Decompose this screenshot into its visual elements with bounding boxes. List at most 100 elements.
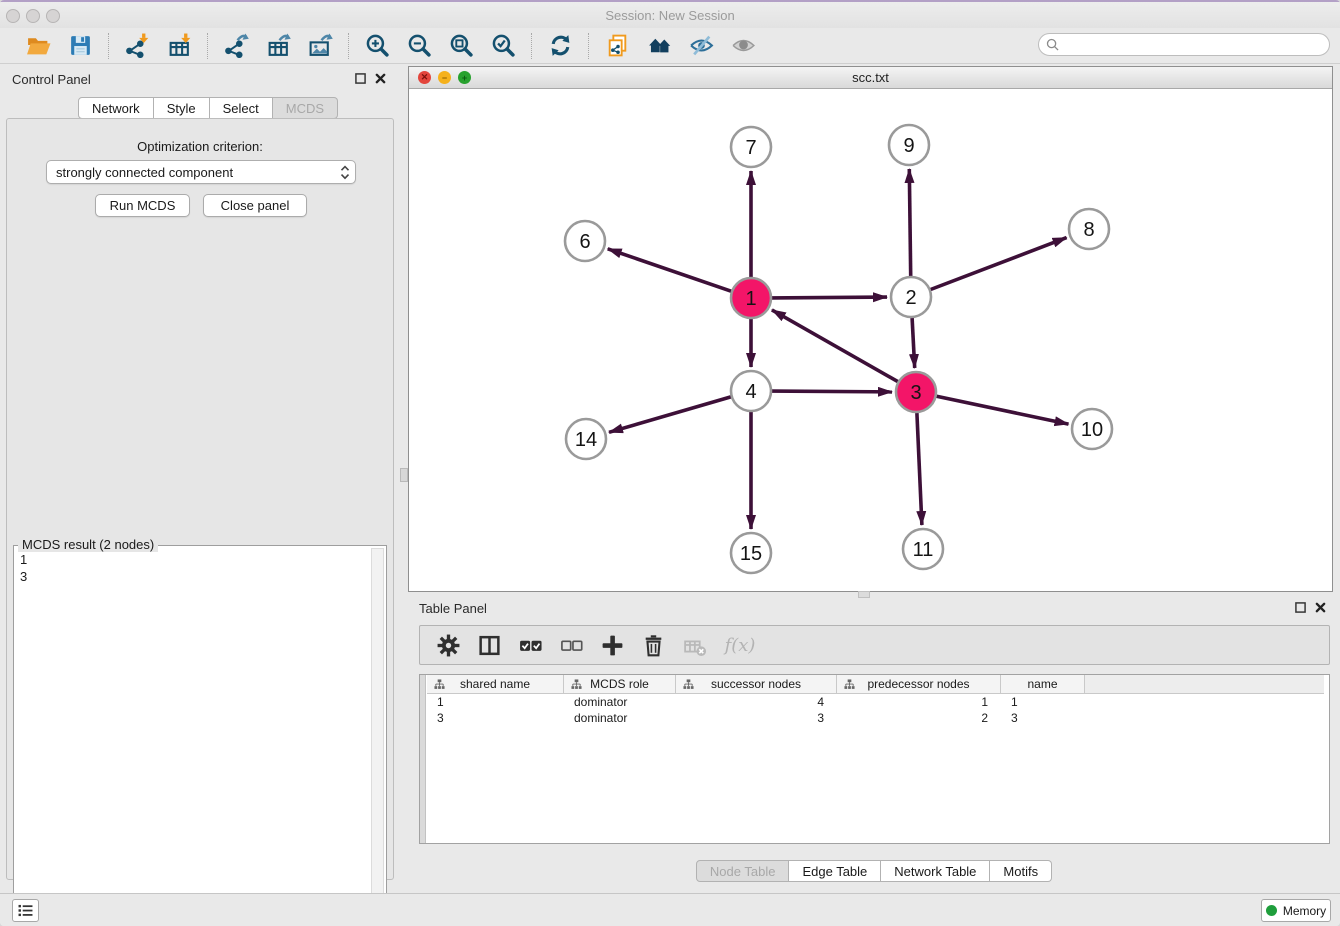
table-tabs: Node TableEdge TableNetwork TableMotifs [408, 860, 1340, 882]
result-scrollbar[interactable] [371, 548, 384, 925]
criterion-dropdown[interactable]: strongly connected component [46, 160, 356, 184]
refresh-icon[interactable] [546, 32, 574, 60]
tab-style[interactable]: Style [154, 97, 210, 119]
task-list-icon [18, 904, 33, 917]
deselect-all-icon[interactable] [557, 631, 585, 659]
column-header-successor-nodes[interactable]: successor nodes [676, 675, 837, 694]
table-panel-title: Table Panel [419, 601, 487, 616]
zoom-fit-icon[interactable] [447, 32, 475, 60]
tab-mcds[interactable]: MCDS [273, 97, 338, 119]
tab-node-table[interactable]: Node Table [696, 860, 790, 882]
select-all-icon[interactable] [516, 631, 544, 659]
fx-icon: f(x) [721, 631, 759, 659]
tab-edge-table[interactable]: Edge Table [789, 860, 881, 882]
node-table: shared nameMCDS rolesuccessor nodesprede… [419, 674, 1330, 844]
hide-selected-icon[interactable] [687, 32, 715, 60]
home-icon[interactable] [645, 32, 673, 60]
tab-network[interactable]: Network [78, 97, 154, 119]
graph-node-label: 8 [1083, 219, 1094, 241]
column-header-predecessor-nodes[interactable]: predecessor nodes [837, 675, 1001, 694]
network-view-window: ✕ − + scc.txt 7 9 6 8 1 2 4 3 14 10 15 11 [408, 66, 1333, 592]
graph-edge-1-2[interactable] [772, 297, 887, 298]
graph-edge-3-10[interactable] [937, 396, 1069, 424]
run-mcds-button[interactable]: Run MCDS [95, 194, 190, 217]
dropdown-stepper-icon [340, 165, 350, 180]
graph-node-2[interactable]: 2 [891, 277, 931, 317]
memory-button[interactable]: Memory [1261, 899, 1331, 922]
memory-label: Memory [1283, 904, 1326, 918]
graph-node-15[interactable]: 15 [731, 533, 771, 573]
graph-node-label: 9 [903, 135, 914, 157]
vertical-splitter[interactable] [400, 66, 408, 893]
graph-edge-2-3[interactable] [912, 318, 915, 368]
table-row[interactable]: 3dominator323 [427, 710, 1085, 726]
float-table-panel-icon[interactable] [1295, 602, 1306, 613]
control-panel-tabs: NetworkStyleSelectMCDS [78, 97, 338, 119]
zoom-out-icon[interactable] [405, 32, 433, 60]
close-table-panel-icon[interactable] [1315, 602, 1326, 613]
export-network-icon[interactable] [222, 32, 250, 60]
graph-node-10[interactable]: 10 [1072, 409, 1112, 449]
mcds-result-text[interactable]: 1 3 [14, 549, 366, 925]
graph-node-label: 3 [910, 382, 921, 404]
table-rows: 1dominator4113dominator323 [427, 694, 1085, 726]
mcds-panel: Optimization criterion: strongly connect… [6, 118, 394, 880]
graph-edge-1-6[interactable] [608, 249, 731, 291]
memory-status-icon [1266, 905, 1277, 916]
network-window-title: scc.txt [409, 70, 1332, 85]
show-all-icon[interactable] [729, 32, 757, 60]
window-title: Session: New Session [0, 8, 1340, 23]
graph-node-8[interactable]: 8 [1069, 209, 1109, 249]
close-panel-icon[interactable] [375, 73, 386, 84]
tab-network-table[interactable]: Network Table [881, 860, 990, 882]
gear-icon[interactable] [434, 631, 462, 659]
delete-icon[interactable] [639, 631, 667, 659]
graph-edge-2-9[interactable] [909, 169, 910, 276]
graph-edge-4-14[interactable] [609, 397, 731, 432]
table-panel: Table Panel f(x) shared nameMCDS rolesuc… [408, 598, 1340, 893]
graph-node-label: 10 [1081, 419, 1103, 441]
network-file-icon[interactable] [603, 32, 631, 60]
add-icon[interactable] [598, 631, 626, 659]
column-header-MCDS-role[interactable]: MCDS role [564, 675, 676, 694]
horizontal-splitter-handle[interactable] [858, 591, 870, 598]
graph-node-9[interactable]: 9 [889, 125, 929, 165]
export-image-icon[interactable] [306, 32, 334, 60]
graph-node-14[interactable]: 14 [566, 419, 606, 459]
zoom-in-icon[interactable] [363, 32, 391, 60]
tab-motifs[interactable]: Motifs [990, 860, 1052, 882]
tab-select[interactable]: Select [210, 97, 273, 119]
search-box[interactable] [1038, 33, 1330, 56]
graph-edge-2-8[interactable] [931, 238, 1067, 290]
status-bar: Memory [0, 893, 1340, 926]
graph-node-3[interactable]: 3 [896, 372, 936, 412]
graph-edge-4-3[interactable] [772, 391, 892, 392]
open-folder-icon[interactable] [24, 32, 52, 60]
column-header-name[interactable]: name [1001, 675, 1085, 694]
graph-node-label: 1 [745, 288, 756, 310]
mcds-result-box: MCDS result (2 nodes) 1 3 [13, 545, 387, 926]
graph-edge-3-1[interactable] [772, 310, 898, 382]
export-table-icon[interactable] [264, 32, 292, 60]
network-graph-canvas[interactable]: 7 9 6 8 1 2 4 3 14 10 15 11 [409, 89, 1332, 591]
column-header-shared-name[interactable]: shared name [427, 675, 564, 694]
table-row[interactable]: 1dominator411 [427, 694, 1085, 710]
close-panel-button[interactable]: Close panel [203, 194, 307, 217]
graph-edge-3-11[interactable] [917, 413, 922, 525]
graph-node-7[interactable]: 7 [731, 127, 771, 167]
graph-node-1[interactable]: 1 [731, 278, 771, 318]
zoom-selected-icon[interactable] [489, 32, 517, 60]
save-icon[interactable] [66, 32, 94, 60]
graph-node-11[interactable]: 11 [903, 529, 943, 569]
graph-node-6[interactable]: 6 [565, 221, 605, 261]
import-table-icon[interactable] [165, 32, 193, 60]
table-cell: dominator [564, 694, 676, 710]
vertical-splitter-handle[interactable] [400, 468, 408, 482]
columns-icon[interactable] [475, 631, 503, 659]
task-history-button[interactable] [12, 899, 39, 922]
graph-node-4[interactable]: 4 [731, 371, 771, 411]
search-input[interactable] [1063, 38, 1313, 52]
float-panel-icon[interactable] [355, 73, 366, 84]
import-network-icon[interactable] [123, 32, 151, 60]
network-window-titlebar[interactable]: ✕ − + scc.txt [409, 67, 1332, 89]
